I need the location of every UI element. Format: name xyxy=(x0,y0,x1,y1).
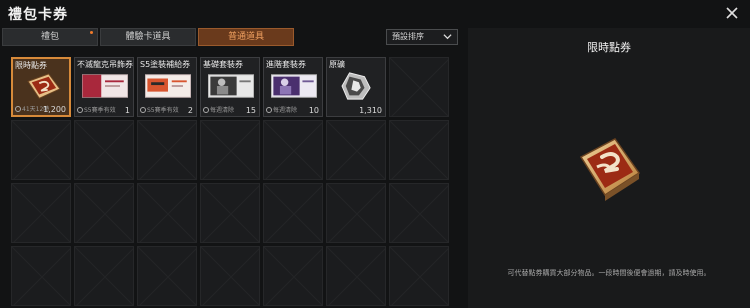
empty-slot xyxy=(326,246,386,306)
sort-selected-value: 預設排序 xyxy=(392,32,424,41)
window-title: 禮包卡券 xyxy=(8,7,68,23)
item-grid: 限時點券 41天12時 1,200 不滅龍克吊飾券 S5賽季有效 1 S5塗裝補給券 S5賽季… xyxy=(11,57,456,307)
tab-bar: 禮包 體驗卡道具 普通道具 預設排序 xyxy=(2,28,462,46)
empty-slot xyxy=(389,57,449,117)
skin-coupon-icon xyxy=(145,74,191,98)
slot-pattern xyxy=(201,121,259,179)
slot-pattern xyxy=(390,247,448,305)
slot-pattern xyxy=(75,121,133,179)
point-coupon-icon xyxy=(27,73,61,99)
item-name: 基礎套裝券 xyxy=(203,60,243,69)
item-count: 1,200 xyxy=(43,105,66,114)
empty-slot xyxy=(326,120,386,180)
clock-icon xyxy=(203,107,209,113)
clock-icon xyxy=(266,107,272,113)
tab-general-items[interactable]: 普通道具 xyxy=(198,28,294,46)
slot-pattern xyxy=(138,247,196,305)
item-slot[interactable]: 基礎套裝券每週清除 15 xyxy=(200,57,260,117)
detail-description: 可代替點券購買大部分物品。一段時間後便會過期，請及時使用。 xyxy=(507,269,711,277)
empty-slot xyxy=(11,120,71,180)
slot-pattern xyxy=(75,247,133,305)
item-count: 2 xyxy=(187,106,193,115)
detail-title: 限時點券 xyxy=(587,41,631,54)
item-expiry-text: S5賽季有效 xyxy=(147,107,179,114)
empty-slot xyxy=(137,246,197,306)
item-expiry-text: S5賽季有效 xyxy=(84,107,116,114)
empty-slot xyxy=(263,120,323,180)
clock-icon xyxy=(140,107,146,113)
tab-label: 體驗卡道具 xyxy=(125,32,171,42)
sort-dropdown[interactable]: 預設排序 xyxy=(386,29,458,45)
empty-slot xyxy=(263,246,323,306)
title-bar: 禮包卡券 xyxy=(0,0,750,27)
slot-pattern xyxy=(327,121,385,179)
tab-trial-card-items[interactable]: 體驗卡道具 xyxy=(100,28,196,46)
slot-pattern xyxy=(12,184,70,242)
item-slot[interactable]: S5塗裝補給券 S5賽季有效 2 xyxy=(137,57,197,117)
slot-pattern xyxy=(390,121,448,179)
empty-slot xyxy=(137,183,197,243)
clock-icon xyxy=(77,107,83,113)
slot-pattern xyxy=(201,247,259,305)
empty-slot xyxy=(74,120,134,180)
slot-pattern xyxy=(12,247,70,305)
slot-pattern xyxy=(264,184,322,242)
advanced-outfit-coupon-icon xyxy=(271,74,317,98)
empty-slot xyxy=(389,183,449,243)
slot-pattern xyxy=(264,247,322,305)
slot-pattern xyxy=(12,121,70,179)
item-name: 不滅龍克吊飾券 xyxy=(77,60,133,69)
clock-icon xyxy=(15,106,21,112)
item-count: 1,310 xyxy=(359,106,382,115)
item-name: 進階套裝券 xyxy=(266,60,306,69)
tab-gift-pack[interactable]: 禮包 xyxy=(2,28,98,46)
item-expiry-text: 每週清除 xyxy=(273,107,298,114)
item-name: 原礦 xyxy=(329,60,345,69)
empty-slot xyxy=(11,246,71,306)
chevron-down-icon xyxy=(443,34,452,40)
empty-slot xyxy=(389,120,449,180)
item-slot[interactable]: 不滅龍克吊飾券 S5賽季有效 1 xyxy=(74,57,134,117)
empty-slot xyxy=(389,246,449,306)
empty-slot xyxy=(74,246,134,306)
tab-label: 禮包 xyxy=(40,32,59,42)
item-count: 15 xyxy=(245,106,256,115)
item-detail-panel: 限時點券 可代替點券購買大部分物品。一段時間後便會過期，請及時使用。 xyxy=(468,28,750,308)
slot-pattern xyxy=(327,184,385,242)
tab-label: 普通道具 xyxy=(227,32,264,42)
slot-pattern xyxy=(390,58,448,116)
ore-icon xyxy=(341,72,371,100)
item-name: S5塗裝補給券 xyxy=(140,60,191,69)
slot-pattern xyxy=(327,247,385,305)
close-icon[interactable] xyxy=(724,5,740,21)
empty-slot xyxy=(74,183,134,243)
empty-slot xyxy=(263,183,323,243)
slot-pattern xyxy=(138,184,196,242)
item-slot[interactable]: 原礦 1,310 xyxy=(326,57,386,117)
item-expiry-text: 每週清除 xyxy=(210,107,235,114)
slot-pattern xyxy=(264,121,322,179)
empty-slot xyxy=(200,120,260,180)
slot-pattern xyxy=(75,184,133,242)
item-slot[interactable]: 進階套裝券每週清除 10 xyxy=(263,57,323,117)
notification-dot xyxy=(90,31,93,34)
point-coupon-icon xyxy=(579,138,641,201)
item-name: 限時點券 xyxy=(15,61,47,70)
slot-pattern xyxy=(201,184,259,242)
empty-slot xyxy=(11,183,71,243)
empty-slot xyxy=(200,246,260,306)
slot-pattern xyxy=(390,184,448,242)
basic-outfit-coupon-icon xyxy=(208,74,254,98)
pendant-coupon-icon xyxy=(82,74,128,98)
empty-slot xyxy=(137,120,197,180)
item-count: 10 xyxy=(308,106,319,115)
slot-pattern xyxy=(138,121,196,179)
empty-slot xyxy=(326,183,386,243)
item-count: 1 xyxy=(124,106,130,115)
item-slot[interactable]: 限時點券 41天12時 1,200 xyxy=(11,57,71,117)
empty-slot xyxy=(200,183,260,243)
